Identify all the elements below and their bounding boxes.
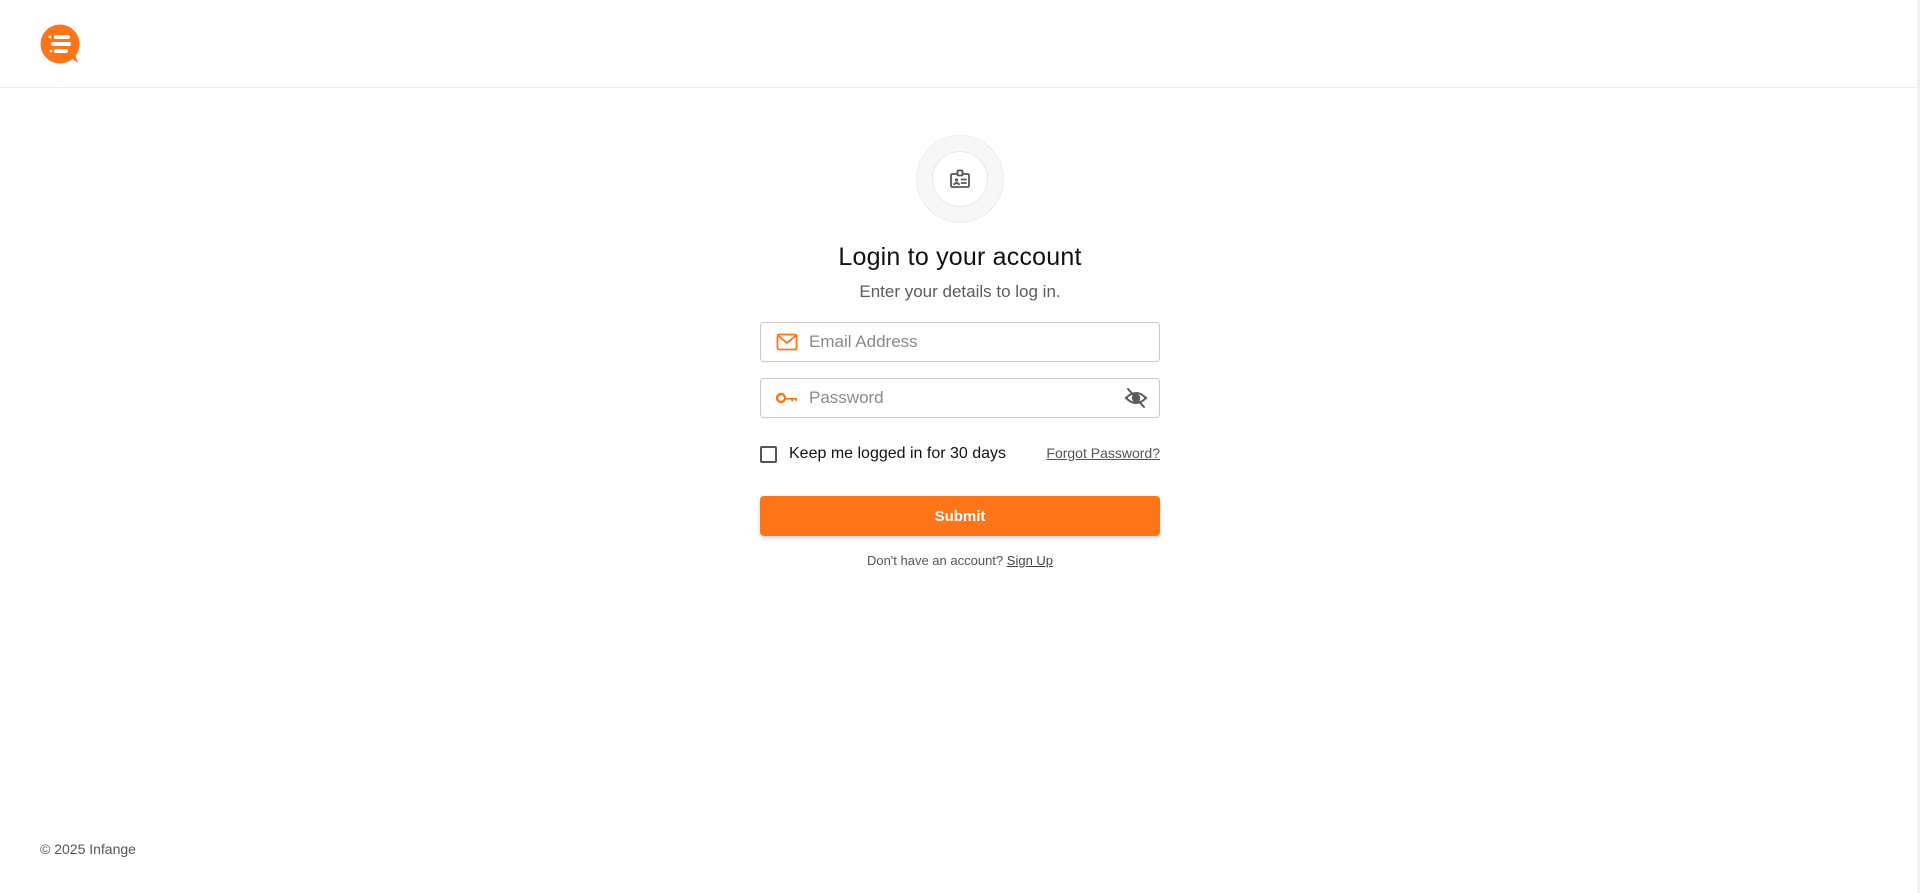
copyright: © 2025 Infange: [40, 841, 136, 857]
top-bar: [0, 0, 1920, 88]
login-page: Login to your account Enter your details…: [0, 0, 1920, 893]
email-field[interactable]: [760, 322, 1160, 362]
submit-button[interactable]: Submit: [760, 496, 1160, 536]
page-title: Login to your account: [838, 243, 1082, 271]
signup-prompt: Don't have an account? Sign Up: [0, 553, 1920, 568]
email-input[interactable]: [809, 324, 1159, 360]
eye-off-icon[interactable]: [1123, 385, 1149, 411]
badge-ring: [916, 135, 1004, 223]
page-subtitle: Enter your details to log in.: [859, 282, 1061, 301]
remember-checkbox[interactable]: [760, 445, 777, 463]
signup-link[interactable]: Sign Up: [1007, 553, 1053, 568]
brand-logo-icon[interactable]: [40, 24, 82, 64]
key-icon: [775, 386, 799, 410]
password-input[interactable]: [809, 380, 1123, 416]
forgot-password-link[interactable]: Forgot Password?: [960, 445, 1160, 461]
mail-icon: [775, 330, 799, 354]
signup-prompt-text: Don't have an account?: [866, 553, 1004, 568]
id-badge-icon: [932, 151, 988, 207]
password-field[interactable]: [760, 378, 1160, 418]
